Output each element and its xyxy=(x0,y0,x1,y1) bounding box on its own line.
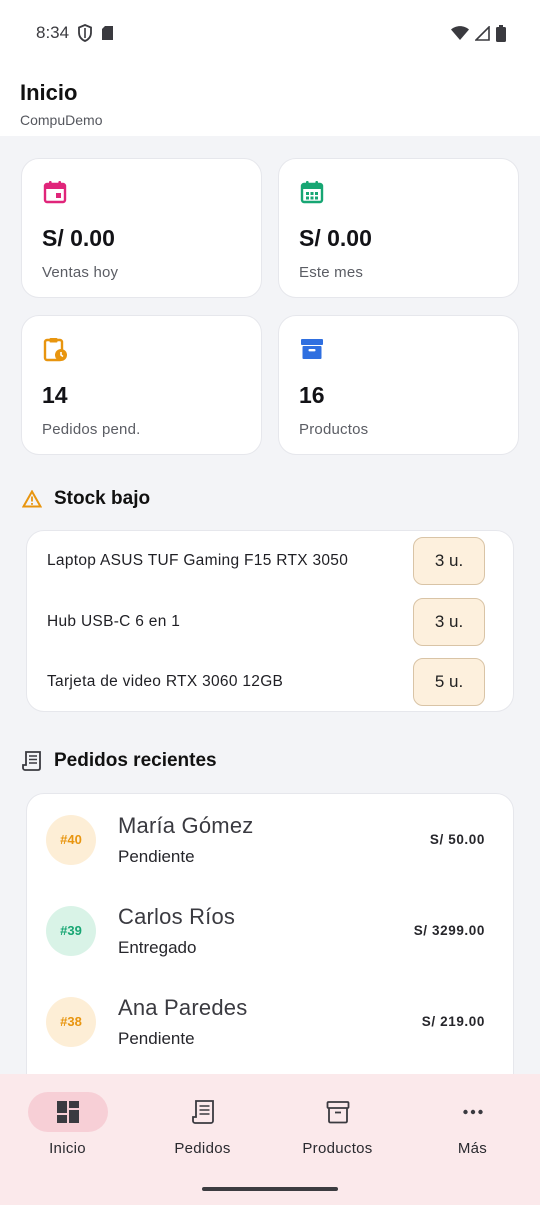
nav-label: Productos xyxy=(302,1140,373,1157)
stat-label: Productos xyxy=(299,421,369,438)
order-text: Carlos Ríos Entregado xyxy=(118,904,414,958)
stat-label: Pedidos pend. xyxy=(42,421,141,438)
wifi-icon xyxy=(451,26,469,40)
section-title-recent-orders: Pedidos recientes xyxy=(22,750,217,772)
order-text: María Gómez Pendiente xyxy=(118,813,430,867)
customer-name: Ana Paredes xyxy=(118,994,248,1020)
stat-value: 16 xyxy=(299,382,325,408)
stat-label: Ventas hoy xyxy=(42,264,119,281)
order-status: Pendiente xyxy=(118,846,195,866)
stat-value: S/ 0.00 xyxy=(42,225,115,251)
nav-active-indicator xyxy=(27,1092,108,1132)
list-item[interactable]: Hub USB-C 6 en 1 3 u. xyxy=(27,592,515,652)
stat-card-sales-today[interactable]: S/ 0.00 Ventas hoy xyxy=(21,158,262,298)
sd-card-icon xyxy=(102,26,114,40)
nav-item-pedidos[interactable]: Pedidos xyxy=(135,1092,270,1162)
order-amount: S/ 3299.00 xyxy=(413,923,485,938)
order-number-avatar: #40 xyxy=(46,814,96,865)
recent-orders-card: #40 María Gómez Pendiente S/ 50.00 #39 C… xyxy=(26,793,514,1074)
stat-value: S/ 0.00 xyxy=(299,225,372,251)
nav-icon-container xyxy=(163,1092,243,1132)
nav-label: Pedidos xyxy=(174,1140,231,1157)
calendar-month-icon xyxy=(300,181,324,204)
customer-name: Carlos Ríos xyxy=(118,903,236,929)
archive-icon xyxy=(326,1101,349,1124)
nav-item-mas[interactable]: Más xyxy=(405,1092,540,1162)
dashboard-content[interactable]: S/ 0.00 Ventas hoy S/ 0.00 Este mes 14 P… xyxy=(0,136,540,1074)
status-time: 8:34 xyxy=(36,23,70,42)
receipt-icon xyxy=(22,751,41,771)
warning-icon xyxy=(22,490,42,508)
stat-card-this-month[interactable]: S/ 0.00 Este mes xyxy=(278,158,519,298)
stat-label: Este mes xyxy=(299,264,364,281)
order-number-avatar: #39 xyxy=(46,905,96,956)
product-name: Tarjeta de video RTX 3060 12GB xyxy=(47,673,284,690)
order-status: Pendiente xyxy=(118,1028,195,1048)
clipboard-clock-icon xyxy=(43,338,67,362)
order-row[interactable]: #40 María Gómez Pendiente S/ 50.00 xyxy=(27,794,515,885)
stat-value: 14 xyxy=(42,382,68,408)
status-left: 8:34 xyxy=(36,23,114,43)
more-horizontal-icon xyxy=(462,1109,483,1115)
low-stock-card: Laptop ASUS TUF Gaming F15 RTX 3050 3 u.… xyxy=(26,530,514,712)
status-bar: 8:34 xyxy=(0,0,540,66)
nav-item-inicio[interactable]: Inicio xyxy=(0,1092,135,1162)
nav-item-productos[interactable]: Productos xyxy=(270,1092,405,1162)
section-title-text: Pedidos recientes xyxy=(54,750,217,771)
stock-quantity-badge: 5 u. xyxy=(413,658,485,706)
order-row[interactable]: #39 Carlos Ríos Entregado S/ 3299.00 xyxy=(27,885,515,976)
product-name: Hub USB-C 6 en 1 xyxy=(47,613,181,630)
calendar-icon xyxy=(43,181,67,204)
stat-card-pending-orders[interactable]: 14 Pedidos pend. xyxy=(21,315,262,455)
nav-icon-container xyxy=(433,1092,513,1132)
nav-label: Más xyxy=(457,1140,488,1157)
list-item[interactable]: Tarjeta de video RTX 3060 12GB 5 u. xyxy=(27,652,515,712)
order-row[interactable]: #38 Ana Paredes Pendiente S/ 219.00 xyxy=(27,976,515,1067)
app-header: Inicio CompuDemo xyxy=(0,66,540,136)
section-title-low-stock: Stock bajo xyxy=(22,488,150,510)
status-right xyxy=(451,24,506,42)
customer-name: María Gómez xyxy=(118,812,254,838)
archive-box-icon xyxy=(301,339,323,359)
bottom-navigation: Inicio Pedidos Productos Más xyxy=(0,1074,540,1205)
order-number-avatar: #38 xyxy=(46,996,96,1047)
nav-icon-container xyxy=(298,1092,378,1132)
receipt-icon xyxy=(191,1100,214,1124)
stock-quantity-badge: 3 u. xyxy=(413,598,485,646)
dashboard-icon xyxy=(56,1101,79,1123)
order-text: Ana Paredes Pendiente xyxy=(118,995,422,1049)
signal-icon xyxy=(475,25,490,41)
product-name: Laptop ASUS TUF Gaming F15 RTX 3050 xyxy=(47,552,349,569)
stock-quantity-badge: 3 u. xyxy=(413,537,485,585)
order-status: Entregado xyxy=(118,937,197,957)
page-subtitle: CompuDemo xyxy=(20,112,103,128)
page-title: Inicio xyxy=(20,80,78,105)
list-item[interactable]: Laptop ASUS TUF Gaming F15 RTX 3050 3 u. xyxy=(27,531,515,591)
gesture-home-indicator[interactable] xyxy=(202,1187,338,1191)
shield-icon xyxy=(78,24,92,42)
order-amount: S/ 219.00 xyxy=(421,1014,485,1029)
section-title-text: Stock bajo xyxy=(54,488,151,509)
order-amount: S/ 50.00 xyxy=(429,832,485,847)
battery-icon xyxy=(496,24,506,42)
nav-label: Inicio xyxy=(49,1140,86,1157)
stat-card-products[interactable]: 16 Productos xyxy=(278,315,519,455)
